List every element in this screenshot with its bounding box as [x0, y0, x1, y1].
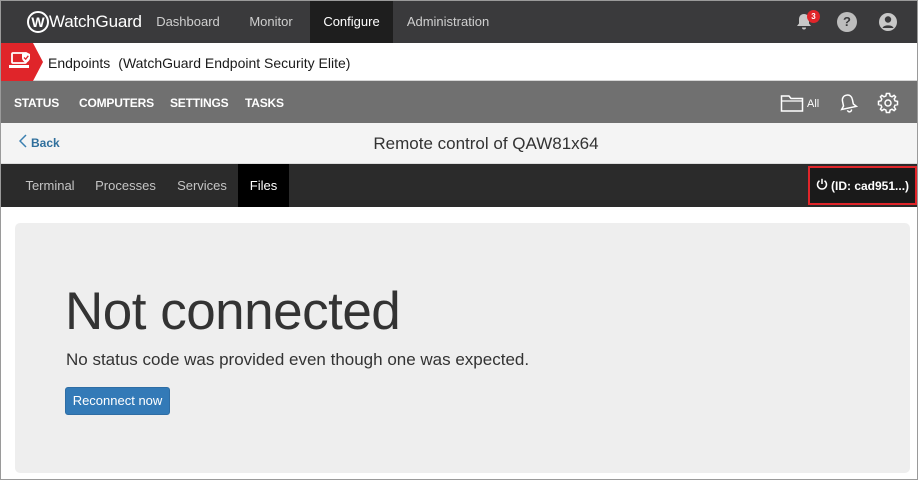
- chevron-left-icon: [18, 123, 27, 164]
- tab-files[interactable]: Files: [238, 164, 289, 207]
- notification-count-badge: 3: [807, 10, 820, 23]
- session-id-label: (ID: cad951...): [831, 178, 910, 193]
- gear-icon[interactable]: [877, 92, 899, 119]
- user-icon[interactable]: [878, 12, 898, 32]
- page-header: Remote control of QAW81x64 Back: [1, 123, 917, 164]
- filter-all-label[interactable]: All: [807, 98, 819, 110]
- remote-tabs: Terminal Processes Services Files: [1, 164, 917, 207]
- top-navigation: W WatchGuard Dashboard Monitor Configure…: [1, 1, 917, 43]
- endpoint-shield-icon: [1, 43, 43, 81]
- menu-computers[interactable]: COMPUTERS: [79, 81, 154, 123]
- session-id-button[interactable]: (ID: cad951...): [808, 166, 917, 205]
- menu-settings[interactable]: SETTINGS: [170, 81, 229, 123]
- power-icon: [816, 177, 828, 195]
- nav-configure[interactable]: Configure: [310, 1, 393, 43]
- product-bar: Endpoints (WatchGuard Endpoint Security E…: [1, 43, 917, 81]
- alert-bell-icon[interactable]: [837, 92, 859, 119]
- tab-terminal[interactable]: Terminal: [16, 164, 84, 207]
- menu-tasks[interactable]: TASKS: [245, 81, 284, 123]
- reconnect-button[interactable]: Reconnect now: [65, 387, 170, 415]
- connection-status-message: No status code was provided even though …: [66, 350, 530, 369]
- product-title: Endpoints (WatchGuard Endpoint Security E…: [48, 43, 350, 81]
- app-window: W WatchGuard Dashboard Monitor Configure…: [0, 0, 918, 480]
- logo-text: WatchGuard: [49, 12, 142, 31]
- nav-dashboard[interactable]: Dashboard: [143, 1, 233, 43]
- help-icon[interactable]: ?: [837, 12, 857, 32]
- tab-processes[interactable]: Processes: [85, 164, 166, 207]
- tab-services[interactable]: Services: [167, 164, 237, 207]
- nav-monitor[interactable]: Monitor: [233, 1, 309, 43]
- back-link[interactable]: Back: [18, 123, 60, 164]
- page-title: Remote control of QAW81x64: [373, 134, 599, 153]
- folder-icon[interactable]: [780, 93, 804, 118]
- logo-mark: W: [27, 11, 49, 33]
- product-edition: (WatchGuard Endpoint Security Elite): [118, 55, 351, 71]
- connection-status-heading: Not connected: [65, 282, 401, 341]
- menu-status[interactable]: STATUS: [14, 81, 59, 123]
- back-label: Back: [31, 136, 60, 150]
- status-panel: [15, 223, 910, 473]
- nav-administration[interactable]: Administration: [393, 1, 503, 43]
- watchguard-logo[interactable]: W WatchGuard: [27, 10, 142, 34]
- product-name: Endpoints: [48, 55, 111, 71]
